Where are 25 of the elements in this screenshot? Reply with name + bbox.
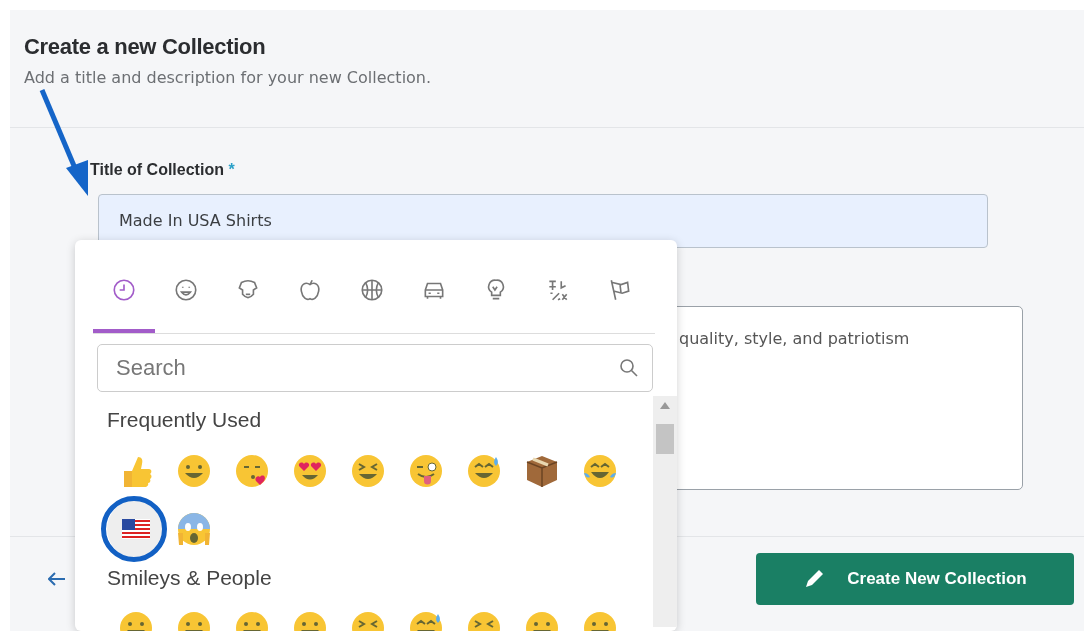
squinting-face-icon[interactable] [350, 452, 386, 489]
dialog-subtitle: Add a title and description for your new Collection. [24, 67, 433, 90]
back-arrow-icon[interactable] [48, 572, 66, 586]
section-heading: Frequently Used [107, 407, 263, 433]
field-label: Title of Collection [90, 161, 224, 178]
smiley-face-icon [173, 276, 199, 303]
grinning-face-icon[interactable] [176, 452, 212, 489]
tears-of-joy-face-icon[interactable] [582, 452, 618, 489]
screaming-face-icon[interactable] [176, 510, 212, 547]
required-mark: * [228, 161, 235, 178]
search-icon [619, 358, 639, 378]
create-collection-button[interactable]: Create New Collection [756, 553, 1074, 605]
sweat-smile-face-icon[interactable] [466, 452, 502, 489]
heart-eyes-face-icon[interactable] [292, 452, 328, 489]
title-input[interactable]: Made In USA Shirts [98, 194, 988, 248]
scrollbar-thumb[interactable] [656, 424, 674, 454]
basketball-icon [359, 276, 385, 303]
scrollbar-track[interactable] [653, 396, 677, 627]
section-heading: Smileys & People [107, 564, 273, 591]
winking-face-icon[interactable] [408, 452, 444, 489]
kissing-face-icon[interactable] [234, 452, 270, 489]
pencil-icon [803, 568, 826, 590]
search-field[interactable]: Search [97, 344, 653, 392]
dialog-title: Create a new Collection [24, 34, 267, 61]
clock-icon [111, 276, 137, 303]
